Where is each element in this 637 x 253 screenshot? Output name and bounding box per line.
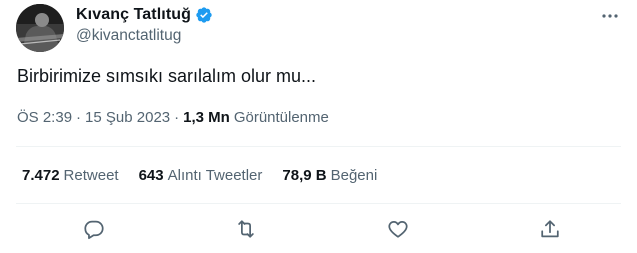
likes-count: 78,9 B [282, 167, 327, 184]
like-button[interactable] [385, 216, 411, 242]
quotes-label: Alıntı Tweetler [167, 167, 263, 184]
tweet-time[interactable]: ÖS 2:39 [17, 109, 72, 126]
retweet-icon [238, 220, 254, 238]
share-button[interactable] [537, 216, 563, 242]
tweet-meta: ÖS 2:39 · 15 Şub 2023 · 1,3 Mn Görüntüle… [17, 109, 329, 126]
share-icon [541, 220, 559, 238]
divider [16, 203, 621, 204]
more-icon [602, 14, 618, 18]
retweets-count: 7.472 [22, 167, 60, 184]
reply-icon [84, 220, 104, 240]
tweet-stats: 7.472 Retweet 643 Alıntı Tweetler 78,9 B Be… [22, 167, 377, 184]
quotes-count: 643 [138, 167, 164, 184]
more-options-button[interactable] [599, 6, 621, 26]
likes-label: Beğeni [330, 167, 378, 184]
divider [16, 146, 621, 147]
views-count: 1,3 Mn [183, 109, 230, 126]
retweets-label: Retweet [63, 167, 119, 184]
verified-badge-icon [195, 6, 213, 24]
views-label: Görüntülenme [233, 109, 329, 126]
like-icon [388, 220, 408, 238]
likes-stat[interactable]: 78,9 B Beğeni [282, 167, 377, 184]
avatar[interactable] [16, 4, 64, 52]
meta-separator: · [174, 109, 180, 126]
tweet-text: Birbirimize sımsıkı sarılalım olur mu... [17, 66, 317, 86]
quotes-stat[interactable]: 643 Alıntı Tweetler [139, 167, 263, 184]
tweet-date[interactable]: 15 Şub 2023 [85, 109, 170, 126]
tweet-actions [0, 216, 637, 242]
author-display-name[interactable]: Kıvanç Tatlıtuğ [76, 6, 191, 24]
reply-button[interactable] [81, 216, 107, 242]
author-handle[interactable]: @kivanctatlitug [76, 27, 181, 45]
retweets-stat[interactable]: 7.472 Retweet [22, 167, 119, 184]
meta-separator: · [76, 109, 82, 126]
avatar-image [16, 4, 64, 52]
retweet-button[interactable] [233, 216, 259, 242]
